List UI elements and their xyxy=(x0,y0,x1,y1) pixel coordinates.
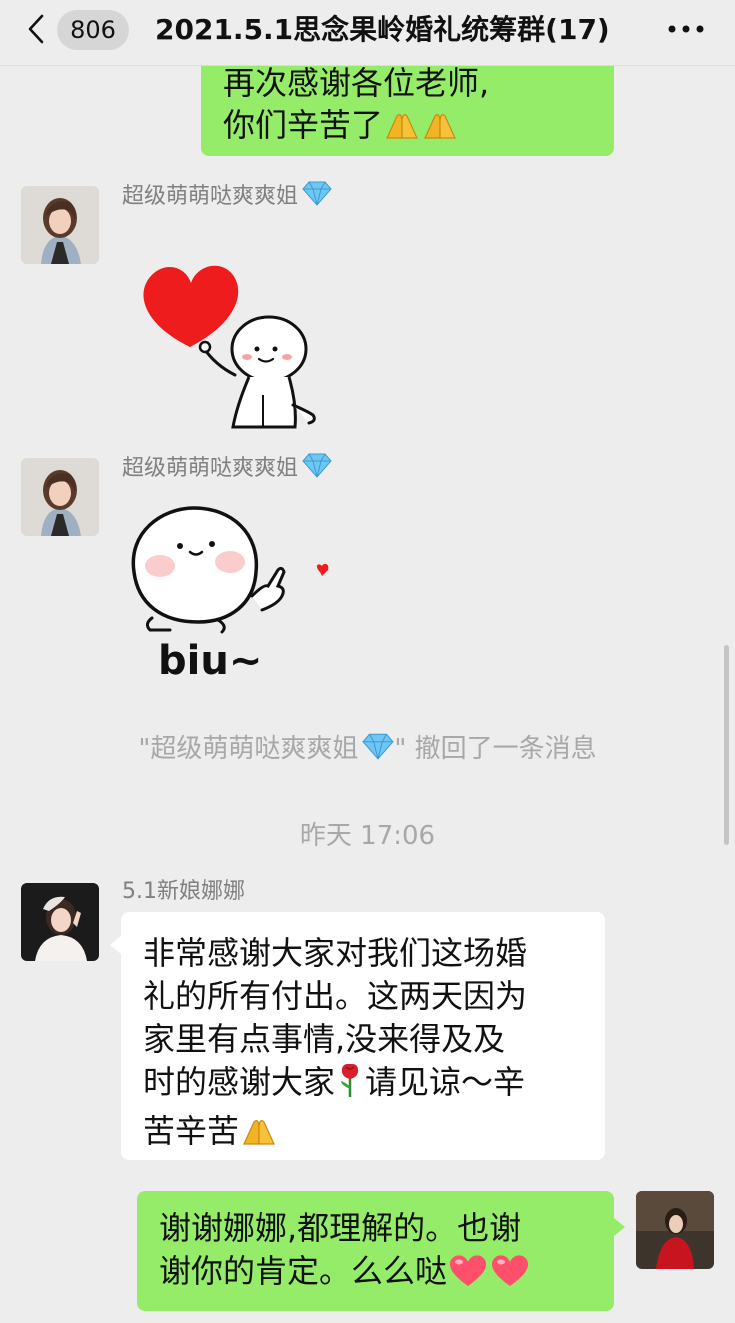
avatar[interactable] xyxy=(21,186,99,264)
unread-count-badge[interactable]: 806 xyxy=(57,10,129,50)
scrollbar[interactable] xyxy=(724,645,729,845)
message-text-line: 你们辛苦了 xyxy=(223,106,384,144)
praying-hands-icon xyxy=(383,110,421,153)
timestamp: 昨天 17:06 xyxy=(299,821,436,851)
heart-icon xyxy=(489,1252,531,1299)
chat-title: 2021.5.1思念果岭婚礼统筹群(17) xyxy=(155,13,610,46)
praying-hands-icon xyxy=(421,110,459,153)
message-text-line: 时的感谢大家 xyxy=(143,1063,336,1101)
message-text-line: 家里有点事情,没来得及及 xyxy=(143,1020,506,1058)
sender-name: 超级萌萌哒爽爽姐 xyxy=(122,452,332,483)
sticker-biu[interactable]: biu~ xyxy=(122,500,342,690)
sender-name: 超级萌萌哒爽爽姐 xyxy=(122,180,332,211)
incoming-message-bubble[interactable]: 非常感谢大家对我们这场婚 礼的所有付出。这两天因为 家里有点事情,没来得及及 时… xyxy=(121,912,605,1160)
bubble-tail xyxy=(110,936,121,954)
chevron-left-icon[interactable] xyxy=(22,14,52,44)
message-text-line: 谢谢娜娜,都理解的。也谢 xyxy=(159,1209,522,1247)
outgoing-message-bubble[interactable]: 谢谢娜娜,都理解的。也谢 谢你的肯定。么么哒 xyxy=(137,1191,614,1311)
avatar[interactable] xyxy=(636,1191,714,1269)
message-text-line: 礼的所有付出。这两天因为 xyxy=(143,977,528,1015)
message-text-line: 苦辛苦 xyxy=(143,1112,240,1150)
sender-name: 5.1新娘娜娜 xyxy=(122,879,245,904)
message-text-line: 请见谅～辛 xyxy=(365,1063,526,1101)
sticker-caption: biu~ xyxy=(158,638,263,684)
recall-notice: "超级萌萌哒爽爽姐 " 撤回了一条消息 xyxy=(138,733,597,764)
avatar[interactable] xyxy=(21,883,99,961)
bubble-tail xyxy=(614,1218,625,1236)
diamond-icon xyxy=(302,453,332,478)
message-text-line: 再次感谢各位老师, xyxy=(223,64,490,102)
message-text-line: 谢你的肯定。么么哒 xyxy=(159,1252,448,1290)
diamond-icon xyxy=(362,733,394,760)
more-dots-icon[interactable] xyxy=(667,16,705,42)
heart-icon xyxy=(447,1252,489,1299)
rose-icon xyxy=(335,1061,365,1110)
diamond-icon xyxy=(302,181,332,206)
chat-header: 806 2021.5.1思念果岭婚礼统筹群(17) xyxy=(0,0,735,66)
praying-hands-icon xyxy=(239,1116,279,1159)
avatar[interactable] xyxy=(21,458,99,536)
message-text-line: 非常感谢大家对我们这场婚 xyxy=(143,934,528,972)
sticker-heart-figure[interactable] xyxy=(125,255,330,435)
